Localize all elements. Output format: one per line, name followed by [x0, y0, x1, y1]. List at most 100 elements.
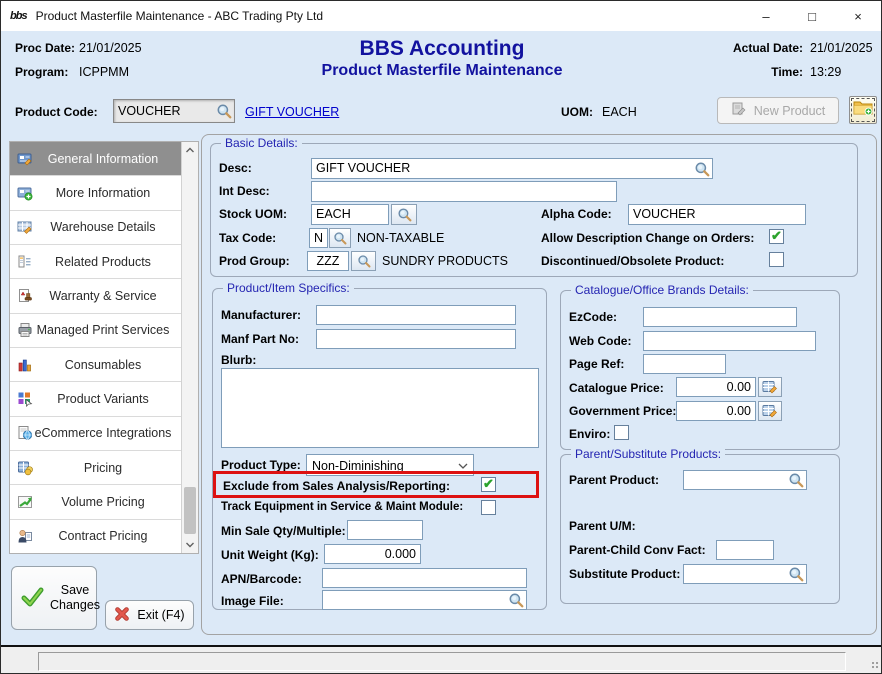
scroll-down-icon[interactable] [182, 536, 198, 553]
open-folder-button[interactable] [849, 96, 877, 124]
prod-group-label: Prod Group: [219, 254, 290, 268]
enviro-checkbox[interactable] [614, 425, 629, 440]
substitute-product-label: Substitute Product: [569, 567, 680, 581]
allow-description-change-checkbox[interactable] [769, 229, 784, 244]
sidebar-scrollbar[interactable] [181, 142, 198, 553]
pricing-icon [17, 460, 33, 476]
parent-um-label: Parent U/M: [569, 519, 636, 533]
sidebar-item-general-information[interactable]: General Information [10, 142, 182, 176]
ecommerce-integrations-icon [17, 425, 33, 441]
scrollbar-thumb[interactable] [184, 487, 196, 534]
web-code-input[interactable] [643, 331, 816, 351]
stock-uom-input[interactable]: EACH [311, 204, 389, 225]
apn-barcode-input[interactable] [322, 568, 527, 588]
government-price-edit-button[interactable] [758, 401, 782, 421]
product-variants-icon [17, 391, 33, 407]
government-price-label: Government Price: [569, 404, 676, 418]
parent-product-input[interactable] [683, 470, 807, 490]
prod-group-search-button[interactable] [351, 251, 376, 271]
related-products-icon [17, 254, 33, 270]
scroll-up-icon[interactable] [182, 142, 198, 159]
sidebar-item-warehouse-details[interactable]: Warehouse Details [10, 211, 182, 245]
sidebar-item-consumables[interactable]: Consumables [10, 348, 182, 382]
catalogue-details-legend: Catalogue/Office Brands Details: [571, 283, 753, 297]
prod-group-input[interactable]: ZZZ [307, 251, 349, 271]
catalogue-price-edit-button[interactable] [758, 377, 782, 397]
sidebar-item-ecommerce-integrations[interactable]: eCommerce Integrations [10, 417, 182, 451]
page-ref-input[interactable] [643, 354, 726, 374]
product-code-input[interactable]: VOUCHER [113, 99, 235, 123]
uom-label: UOM: [561, 105, 593, 119]
blurb-textarea[interactable] [221, 368, 539, 448]
substitute-product-search-icon[interactable] [788, 566, 804, 582]
discontinued-checkbox[interactable] [769, 252, 784, 267]
alpha-code-input[interactable]: VOUCHER [628, 204, 806, 225]
page-ref-label: Page Ref: [569, 357, 624, 371]
allow-description-change-label: Allow Description Change on Orders: [541, 231, 754, 245]
sidebar-item-more-information[interactable]: More Information [10, 176, 182, 210]
close-button[interactable]: × [835, 1, 881, 31]
actual-date-value: 21/01/2025 [803, 41, 875, 55]
folder-add-icon [853, 99, 873, 121]
tax-code-input[interactable]: N [309, 228, 328, 248]
discontinued-label: Discontinued/Obsolete Product: [541, 254, 724, 268]
unit-weight-input[interactable]: 0.000 [324, 544, 421, 564]
app-logo-icon: bbs [10, 10, 27, 22]
general-information-icon [17, 151, 33, 167]
apn-barcode-label: APN/Barcode: [221, 572, 302, 586]
product-item-specifics-group: Product/Item Specifics: Manufacturer: Ma… [212, 288, 547, 610]
product-type-select[interactable]: Non-Diminishing [306, 454, 474, 476]
exclude-sales-checkbox[interactable] [481, 477, 496, 492]
desc-input[interactable]: GIFT VOUCHER [311, 158, 713, 179]
tax-code-search-button[interactable] [329, 228, 351, 248]
government-price-input[interactable]: 0.00 [676, 401, 756, 421]
ezcode-input[interactable] [643, 307, 797, 327]
manufacturer-input[interactable] [316, 305, 516, 325]
product-code-label: Product Code: [15, 105, 98, 119]
sidebar-item-contract-pricing[interactable]: Contract Pricing [10, 520, 182, 553]
sidebar-item-related-products[interactable]: Related Products [10, 245, 182, 279]
uom-value: EACH [602, 105, 637, 119]
sidebar-item-volume-pricing[interactable]: Volume Pricing [10, 485, 182, 519]
resize-grip-icon[interactable] [870, 660, 880, 670]
stock-uom-search-button[interactable] [391, 204, 417, 225]
new-product-button[interactable]: New Product [717, 97, 839, 124]
exit-button[interactable]: Exit (F4) [105, 600, 194, 630]
image-file-search-icon[interactable] [508, 592, 524, 608]
int-desc-input[interactable] [311, 181, 617, 202]
new-product-icon [731, 101, 747, 120]
contract-pricing-icon [17, 528, 33, 544]
warranty-service-icon [17, 288, 33, 304]
desc-search-icon[interactable] [694, 161, 710, 177]
product-code-search-icon[interactable] [216, 103, 232, 119]
web-code-label: Web Code: [569, 334, 631, 348]
image-file-label: Image File: [221, 594, 284, 608]
time-value: 13:29 [803, 65, 875, 79]
sidebar-item-warranty-service[interactable]: Warranty & Service [10, 279, 182, 313]
sidebar-item-pricing[interactable]: Pricing [10, 451, 182, 485]
more-information-icon [17, 185, 33, 201]
product-item-specifics-legend: Product/Item Specifics: [223, 281, 354, 295]
parent-substitute-group: Parent/Substitute Products: Parent Produ… [560, 454, 840, 604]
sidebar-item-product-variants[interactable]: Product Variants [10, 382, 182, 416]
manf-part-no-input[interactable] [316, 329, 516, 349]
product-description-link[interactable]: GIFT VOUCHER [245, 105, 339, 119]
minimize-button[interactable]: – [743, 1, 789, 31]
form-panel: Basic Details: Desc: GIFT VOUCHER Int De… [201, 134, 877, 635]
min-sale-qty-input[interactable] [347, 520, 423, 540]
catalogue-price-label: Catalogue Price: [569, 381, 664, 395]
save-changes-button[interactable]: Save Changes [11, 566, 97, 630]
image-file-input[interactable] [322, 590, 527, 610]
substitute-product-input[interactable] [683, 564, 807, 584]
conv-fact-input[interactable] [716, 540, 774, 560]
sidebar-item-managed-print-services[interactable]: Managed Print Services [10, 314, 182, 348]
manufacturer-label: Manufacturer: [221, 308, 301, 322]
parent-product-search-icon[interactable] [788, 472, 804, 488]
track-equipment-checkbox[interactable] [481, 500, 496, 515]
window-controls: – □ × [743, 1, 881, 31]
parent-product-label: Parent Product: [569, 473, 659, 487]
maximize-button[interactable]: □ [789, 1, 835, 31]
int-desc-label: Int Desc: [219, 184, 270, 198]
catalogue-price-input[interactable]: 0.00 [676, 377, 756, 397]
window-title: Product Masterfile Maintenance - ABC Tra… [36, 9, 323, 23]
